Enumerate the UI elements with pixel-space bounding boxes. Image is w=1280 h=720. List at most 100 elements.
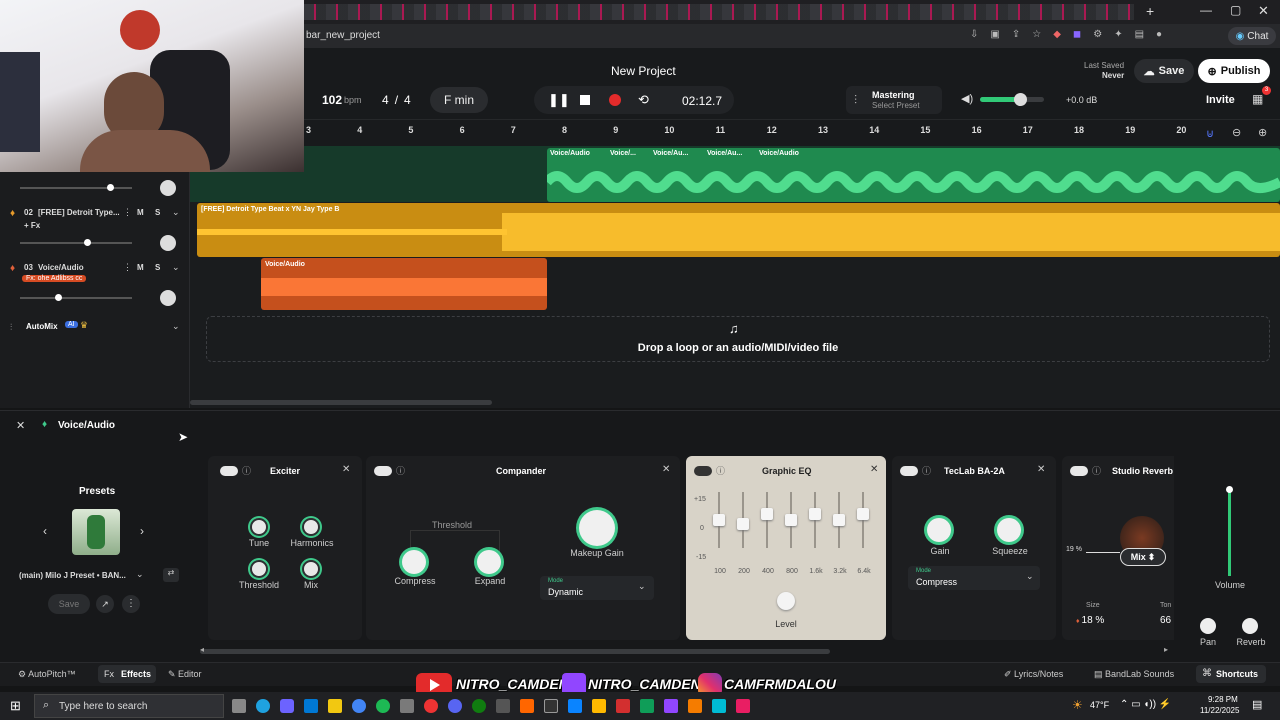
close-window-icon[interactable]: ✕ bbox=[1258, 3, 1269, 19]
preset-save-button[interactable]: Save bbox=[48, 594, 90, 614]
reverb-send-knob[interactable] bbox=[1242, 618, 1258, 634]
compare-icon[interactable]: ⇄ bbox=[163, 568, 179, 582]
info-icon[interactable]: ⓘ bbox=[1092, 464, 1101, 477]
clip-beat-yellow[interactable] bbox=[197, 203, 1280, 257]
fx-scrollbar[interactable] bbox=[200, 649, 830, 654]
new-tab-icon[interactable]: + bbox=[1146, 3, 1154, 19]
tone-value[interactable]: 66 bbox=[1160, 615, 1171, 626]
maximize-icon[interactable]: ▢ bbox=[1230, 3, 1241, 17]
exciter-toggle[interactable] bbox=[220, 466, 238, 476]
lyrics-button[interactable]: ✐ Lyrics/Notes bbox=[1004, 669, 1063, 680]
eq-band-thumb[interactable] bbox=[809, 508, 821, 521]
notifications-icon[interactable]: ▤ bbox=[1252, 698, 1262, 711]
makeup-gain-knob[interactable] bbox=[579, 510, 615, 546]
volume-thumb[interactable] bbox=[84, 239, 92, 246]
sounds-button[interactable]: ▤ BandLab Sounds bbox=[1094, 669, 1174, 680]
project-title[interactable]: New Project bbox=[611, 64, 676, 78]
chat-button[interactable]: ◉ Chat bbox=[1228, 27, 1276, 45]
pan-knob[interactable] bbox=[160, 235, 176, 251]
more-icon[interactable]: ⋮ bbox=[123, 207, 132, 218]
shortcuts-button[interactable]: ⌘ Shortcuts bbox=[1196, 665, 1266, 683]
chevron-down-icon[interactable]: ⌄ bbox=[172, 207, 180, 218]
snap-icon[interactable]: ⊍ bbox=[1206, 127, 1214, 140]
browser-tabs[interactable] bbox=[304, 4, 1134, 20]
clock-date[interactable]: 11/22/2025 bbox=[1200, 706, 1239, 715]
minimize-icon[interactable]: — bbox=[1200, 3, 1212, 17]
preset-name[interactable]: (main) Milo J Preset • BAN... bbox=[19, 571, 126, 580]
extension-icons[interactable]: ⇩ ▣ ⇪ ☆ ◆ ◼ ⚙ ✦ ▤ ● bbox=[970, 29, 1210, 43]
expand-knob[interactable] bbox=[477, 550, 501, 574]
compress-knob[interactable] bbox=[402, 550, 426, 574]
scroll-right-icon[interactable]: ▸ bbox=[1164, 645, 1168, 654]
taskbar-search[interactable]: ⌕ Type here to search bbox=[34, 694, 224, 718]
preset-thumbnail[interactable] bbox=[72, 509, 120, 555]
fx-volume-thumb[interactable] bbox=[1226, 486, 1233, 493]
master-volume-slider[interactable] bbox=[980, 93, 1044, 106]
invite-button[interactable]: Invite bbox=[1206, 94, 1235, 106]
chevron-down-icon[interactable]: ⌄ bbox=[172, 321, 180, 332]
mute-button[interactable]: M bbox=[137, 263, 144, 272]
add-fx-button[interactable]: + Fx bbox=[24, 221, 40, 230]
chevron-left-icon[interactable]: ‹ bbox=[43, 524, 47, 538]
mode-dropdown[interactable]: Mode Dynamic ⌄ bbox=[540, 576, 654, 600]
close-icon[interactable]: ✕ bbox=[342, 464, 350, 475]
scroll-left-icon[interactable]: ◂ bbox=[200, 645, 204, 654]
bpm-value[interactable]: 102 bbox=[322, 93, 342, 107]
close-icon[interactable]: ✕ bbox=[870, 464, 878, 475]
close-icon[interactable]: ✕ bbox=[16, 419, 25, 432]
editor-button[interactable]: ✎ Editor bbox=[168, 669, 202, 680]
mastering-selector[interactable]: ⫶ Mastering Select Preset bbox=[846, 86, 942, 114]
time-signature[interactable]: 4 / 4 bbox=[382, 93, 411, 107]
eq-band-thumb[interactable] bbox=[785, 514, 797, 526]
mute-button[interactable]: M bbox=[137, 208, 144, 217]
more-icon[interactable]: ⋮ bbox=[122, 595, 140, 613]
harmonics-knob[interactable] bbox=[302, 518, 320, 536]
info-icon[interactable]: ⓘ bbox=[716, 464, 725, 477]
eq-band-thumb[interactable] bbox=[833, 514, 845, 526]
reverb-mix-button[interactable]: Mix ⬍ bbox=[1120, 548, 1166, 566]
chevron-down-icon[interactable]: ⌄ bbox=[136, 569, 144, 580]
eq-band-thumb[interactable] bbox=[713, 514, 725, 526]
eq-toggle[interactable] bbox=[694, 466, 712, 476]
eq-band-thumb[interactable] bbox=[737, 517, 749, 530]
gain-knob[interactable] bbox=[927, 518, 951, 542]
speaker-icon[interactable]: ◀) bbox=[961, 92, 973, 105]
close-icon[interactable]: ✕ bbox=[662, 464, 670, 475]
automix-label[interactable]: AutoMix bbox=[26, 322, 58, 331]
system-tray-icons[interactable]: ⌃ ▭ ◖)) ⚡ bbox=[1120, 699, 1171, 710]
squeeze-knob[interactable] bbox=[997, 518, 1021, 542]
eq-band-thumb[interactable] bbox=[857, 508, 869, 521]
mix-knob[interactable] bbox=[302, 560, 320, 578]
close-icon[interactable]: ✕ bbox=[1037, 464, 1045, 475]
track-2-volume[interactable] bbox=[20, 239, 132, 246]
horizontal-scrollbar[interactable] bbox=[190, 400, 492, 405]
share-icon[interactable]: ↗ bbox=[96, 595, 114, 613]
effects-tab[interactable]: Fx Effects bbox=[98, 665, 156, 683]
zoom-in-icon[interactable]: ⊕ bbox=[1258, 126, 1267, 139]
key-selector[interactable]: F min bbox=[430, 87, 488, 113]
threshold-knob[interactable] bbox=[250, 560, 268, 578]
master-volume-thumb[interactable] bbox=[1013, 93, 1027, 106]
fx-chip[interactable]: Fx: ohe Adlibss cc bbox=[22, 275, 87, 282]
more-icon[interactable]: ⋮ bbox=[123, 262, 132, 273]
tune-knob[interactable] bbox=[250, 518, 268, 536]
info-icon[interactable]: ⓘ bbox=[922, 464, 931, 477]
record-icon[interactable] bbox=[609, 94, 621, 106]
solo-button[interactable]: S bbox=[155, 263, 160, 272]
track-name[interactable]: [FREE] Detroit Type... bbox=[38, 208, 120, 217]
fx-volume-slider[interactable] bbox=[1226, 486, 1233, 576]
chevron-down-icon[interactable]: ⌄ bbox=[172, 262, 180, 273]
track-name[interactable]: Voice/Audio bbox=[38, 263, 84, 272]
solo-button[interactable]: S bbox=[155, 208, 160, 217]
temperature[interactable]: 47°F bbox=[1090, 700, 1109, 710]
track-3-volume[interactable] bbox=[20, 294, 132, 301]
track-1-volume[interactable] bbox=[20, 184, 132, 191]
teclab-toggle[interactable] bbox=[900, 466, 918, 476]
eq-band-thumb[interactable] bbox=[761, 508, 773, 521]
info-icon[interactable]: ⓘ bbox=[242, 464, 251, 477]
pan-knob[interactable] bbox=[160, 180, 176, 196]
calendar-icon[interactable]: ▦ bbox=[1252, 92, 1263, 106]
size-value[interactable]: ♦ 18 % bbox=[1076, 615, 1104, 626]
taskbar-apps[interactable] bbox=[232, 696, 1052, 716]
zoom-out-icon[interactable]: ⊖ bbox=[1232, 126, 1241, 139]
